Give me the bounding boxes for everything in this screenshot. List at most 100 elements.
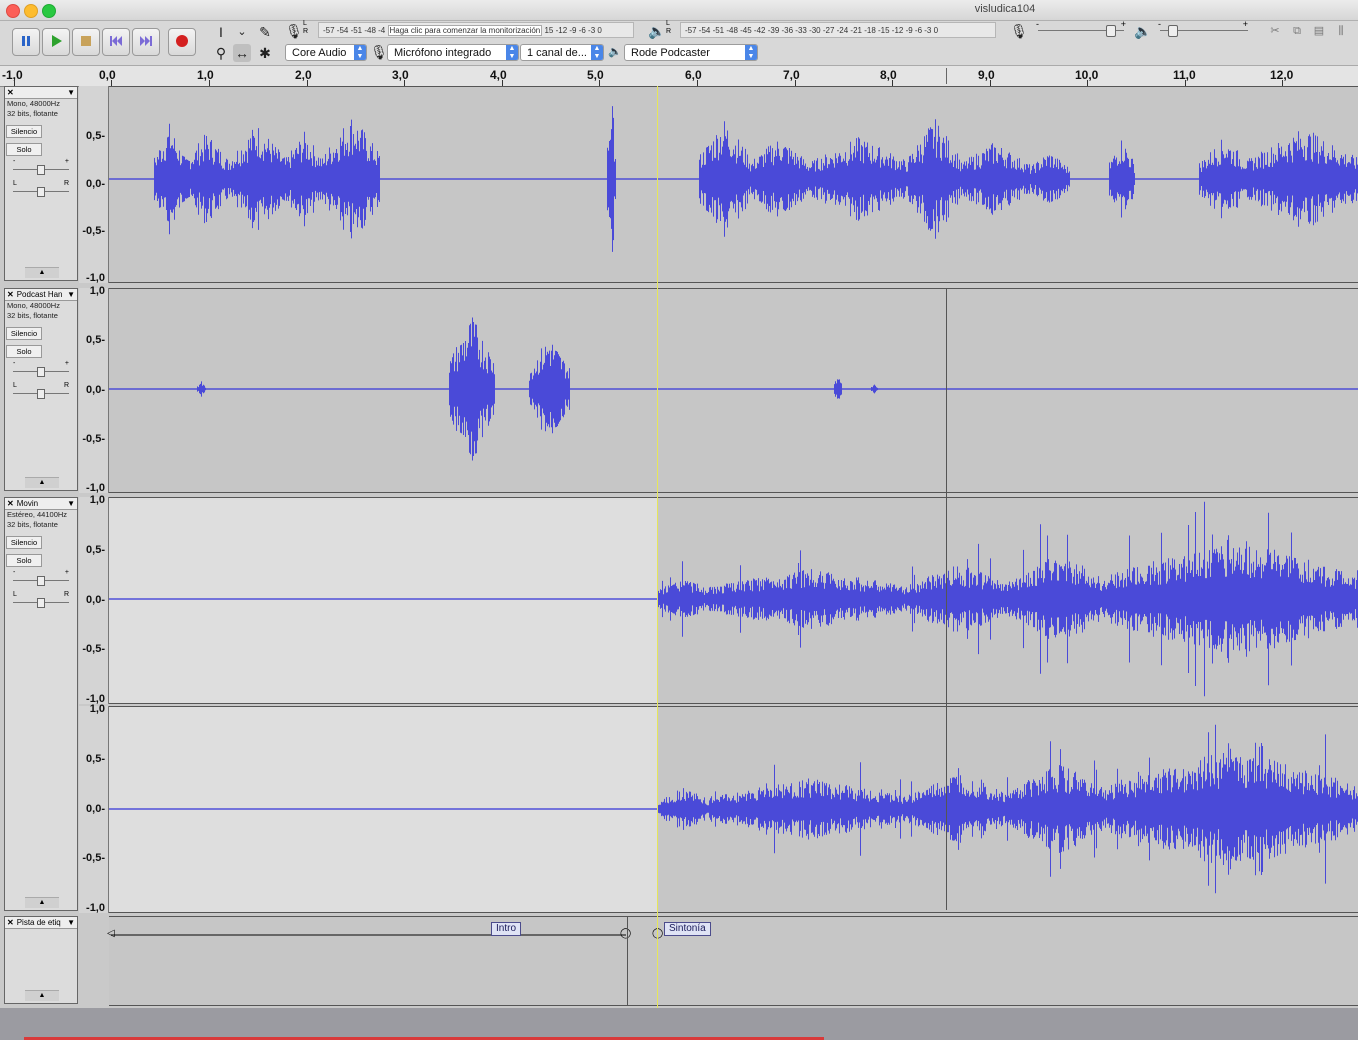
skip-start-icon [110,36,122,46]
track-control-panel[interactable]: ✕ ▼ Mono, 48000Hz 32 bits, flotante Silencio… [4,86,78,281]
pan-thumb[interactable] [37,389,45,399]
label-intro-start-handle[interactable]: ◁ [107,928,115,939]
chevron-down-icon[interactable]: ▼ [67,498,75,509]
label-intro-end-handle[interactable]: ◯ [620,928,631,939]
microphone-icon[interactable]: 🎙 [285,22,303,40]
mic-volume-icon: 🎙 [1010,23,1028,39]
play-meter-right-label: R [666,28,672,35]
multi-tool-icon[interactable]: ✱ [256,44,274,62]
close-track-icon[interactable]: ✕ [7,918,14,927]
chevron-updown-icon: ▲ ▼ [591,45,603,60]
pause-button[interactable] [12,28,40,56]
zoom-tool-icon[interactable]: ⚲ [212,44,230,62]
skip-to-end-button[interactable] [132,28,160,56]
label-sintonia[interactable]: Sintonía [664,922,711,936]
collapse-track-button[interactable]: ▲ [25,990,59,1001]
amplitude-label: -0,5- [82,643,105,656]
record-meter[interactable]: -57 -54 -51 -48 -4 Haga clic para comenz… [318,22,634,38]
track-bitdepth: 32 bits, flotante [7,311,58,320]
close-track-icon[interactable]: ✕ [7,290,14,299]
track-control-panel[interactable]: ✕ Podcast Han ▼ Mono, 48000Hz 32 bits, flota… [4,288,78,491]
trim-icon[interactable]: ⫼ [1332,22,1350,40]
output-device-icon: 🔈 [608,46,622,58]
audio-host-select[interactable]: Core Audio ▲ ▼ [285,44,367,61]
track-name-button[interactable]: ✕ Movin ▼ [5,498,77,510]
track-control-panel[interactable]: ✕ Movin ▼ Estéreo, 44100Hz 32 bits, flotante… [4,497,78,911]
play-position-marker[interactable] [946,68,951,84]
pan-slider[interactable]: LR [5,381,77,403]
track-name: Podcast Han [16,290,63,299]
input-device-icon: 🎙 [370,44,388,60]
playback-meter[interactable]: -57 -54 -51 -48 -45 -42 -39 -36 -33 -30 … [680,22,996,38]
label-intro[interactable]: Intro [491,922,522,936]
record-meter-left-label: L [303,20,307,27]
mute-button[interactable]: Silencio [6,125,42,138]
ruler-tick-label: 9,0 [978,68,995,82]
chevron-updown-icon: ▲ ▼ [506,45,518,60]
gain-thumb[interactable] [37,367,45,377]
input-channels-select[interactable]: 1 canal de... ▲ ▼ [520,44,604,61]
input-device-select[interactable]: Micrófono integrado ▲ ▼ [387,44,519,61]
collapse-track-button[interactable]: ▲ [25,897,59,908]
timeshift-tool-icon[interactable]: ↔ [233,44,251,62]
mute-button[interactable]: Silencio [6,327,42,340]
label-track-area[interactable] [109,916,1358,1006]
play-button[interactable] [42,28,70,56]
chevron-down-icon[interactable]: ▼ [67,87,75,98]
record-meter-scale: -57 -54 -51 -48 -4 [323,26,386,35]
amplitude-label: 0,0- [86,593,105,606]
amplitude-label: 0,0- [86,177,105,190]
draw-tool-icon[interactable]: ✎ [256,23,274,41]
amplitude-label: -1,0 [86,272,105,285]
selection-tool-icon[interactable]: I [212,23,230,41]
play-icon [52,35,62,47]
pan-slider[interactable]: LR [5,179,77,201]
stop-button[interactable] [72,28,100,56]
pan-slider[interactable]: LR [5,590,77,612]
amplitude-label: 0,5- [86,130,105,143]
skip-to-start-button[interactable] [102,28,130,56]
track-name-button[interactable]: ✕ Podcast Han ▼ [5,289,77,301]
collapse-up-icon: ▲ [38,269,46,276]
collapse-track-button[interactable]: ▲ [25,267,59,278]
solo-button[interactable]: Solo [6,345,42,358]
track-name-button[interactable]: ✕ Pista de etiq ▼ [5,917,77,929]
mic-volume-slider[interactable]: - + [1034,19,1134,38]
chevron-down-icon[interactable]: ▼ [67,917,75,928]
ruler-tick-label: 6,0 [685,68,702,82]
track-name-button[interactable]: ✕ ▼ [5,87,77,99]
output-volume-thumb[interactable] [1168,25,1178,37]
chevron-down-icon[interactable]: ▼ [67,289,75,300]
cut-icon[interactable]: ✂ [1266,22,1284,40]
label-intro-region[interactable] [111,934,626,936]
mic-volume-thumb[interactable] [1106,25,1116,37]
gain-slider[interactable]: - + [5,157,77,179]
solo-button[interactable]: Solo [6,143,42,156]
output-volume-slider[interactable]: - + [1156,19,1252,38]
close-track-icon[interactable]: ✕ [7,499,14,508]
output-device-select[interactable]: Rode Podcaster ▲ ▼ [624,44,758,61]
ruler-tick-label: 3,0 [392,68,409,82]
input-channels-value: 1 canal de... [527,47,587,59]
playhead-line[interactable] [657,86,658,1040]
waveform-display[interactable] [109,86,1358,1006]
close-track-icon[interactable]: ✕ [7,88,14,97]
record-button[interactable] [168,28,196,56]
chevron-updown-icon: ▲ ▼ [745,45,757,60]
gain-thumb[interactable] [37,165,45,175]
ruler-tick-label: 4,0 [490,68,507,82]
gain-thumb[interactable] [37,576,45,586]
pan-thumb[interactable] [37,187,45,197]
solo-button[interactable]: Solo [6,554,42,567]
gain-slider[interactable]: - + [5,568,77,590]
track-control-panel[interactable]: ✕ Pista de etiq ▼ ▲ [4,916,78,1004]
speaker-icon[interactable]: 🔈 [648,22,666,40]
copy-icon[interactable]: ⧉ [1288,22,1306,40]
gain-slider[interactable]: - + [5,359,77,381]
collapse-track-button[interactable]: ▲ [25,477,59,488]
pan-thumb[interactable] [37,598,45,608]
paste-icon[interactable]: ▤ [1310,22,1328,40]
record-meter-hint[interactable]: Haga clic para comenzar la monitorizació… [387,25,543,36]
mute-button[interactable]: Silencio [6,536,42,549]
envelope-tool-icon[interactable]: ⌄ [233,23,251,41]
